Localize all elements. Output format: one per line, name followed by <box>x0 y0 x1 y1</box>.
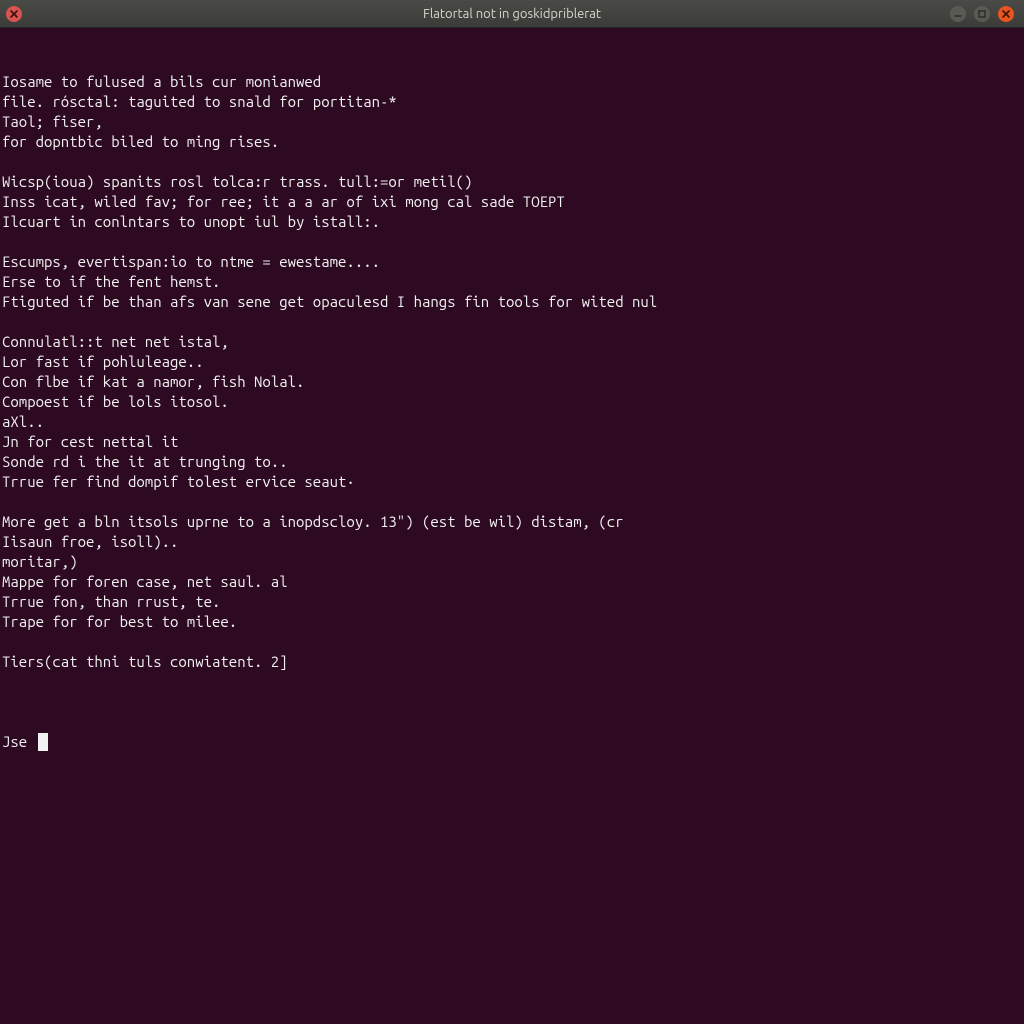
terminal-line: Ilcuart in conlntars to unopt iul by ist… <box>2 212 1022 232</box>
terminal-line: Trape for for best to milee. <box>2 612 1022 632</box>
terminal-line <box>2 672 1022 692</box>
close-icon[interactable] <box>6 6 22 22</box>
terminal-line: Mappe for foren case, net saul. al <box>2 572 1022 592</box>
terminal-line <box>2 312 1022 332</box>
minimize-button[interactable] <box>950 6 966 22</box>
terminal-line: Ftiguted if be than afs van sene get opa… <box>2 292 1022 312</box>
terminal-line: Inss icat, wiled fav; for ree; it a a ar… <box>2 192 1022 212</box>
terminal-line: moritar,) <box>2 552 1022 572</box>
tab-close-button[interactable] <box>6 6 22 22</box>
terminal-line: Jn for cest nettal it <box>2 432 1022 452</box>
terminal-line: Trrue fer find dompif tolest ervice seau… <box>2 472 1022 492</box>
cursor <box>38 733 48 751</box>
window-title: Flatortal not in goskidpriblerat <box>0 7 1024 21</box>
terminal-line: Taol; fiser, <box>2 112 1022 132</box>
terminal-line: Connulatl::t net net istal, <box>2 332 1022 352</box>
titlebar: Flatortal not in goskidpriblerat <box>0 0 1024 28</box>
maximize-button[interactable] <box>974 6 990 22</box>
prompt-text: Jse <box>2 732 36 752</box>
terminal-line: Trrue fon, than rrust, te. <box>2 592 1022 612</box>
terminal-line <box>2 232 1022 252</box>
terminal-line: Sonde rd i the it at trunging to.. <box>2 452 1022 472</box>
window-controls <box>950 6 1024 22</box>
prompt-line[interactable]: Jse <box>2 732 1022 752</box>
terminal-line: Erse to if the fent hemst. <box>2 272 1022 292</box>
terminal-line <box>2 492 1022 512</box>
terminal-output[interactable]: Iosame to fulused a bils cur monianwedfi… <box>0 28 1024 774</box>
terminal-line <box>2 632 1022 652</box>
terminal-line: Tiers(cat thni tuls conwiatent. 2] <box>2 652 1022 672</box>
terminal-line <box>2 152 1022 172</box>
terminal-line: Wicsp(ioua) spanits rosl tolca:r trass. … <box>2 172 1022 192</box>
terminal-line: Escumps, evertispan:io to ntme = ewestam… <box>2 252 1022 272</box>
terminal-line: More get a bln itsols uprne to a inopdsc… <box>2 512 1022 532</box>
terminal-line: Iosame to fulused a bils cur monianwed <box>2 72 1022 92</box>
terminal-line: for dopntbic biled to ming rises. <box>2 132 1022 152</box>
terminal-line: aXl.. <box>2 412 1022 432</box>
terminal-line: Lor fast if pohluleage.. <box>2 352 1022 372</box>
terminal-line: Iisaun froe, isoll).. <box>2 532 1022 552</box>
terminal-line: file. rósctal: taguited to snald for por… <box>2 92 1022 112</box>
close-button[interactable] <box>998 6 1014 22</box>
terminal-line: Compoest if be lols itosol. <box>2 392 1022 412</box>
terminal-line: Con flbe if kat a namor, fish Nolal. <box>2 372 1022 392</box>
